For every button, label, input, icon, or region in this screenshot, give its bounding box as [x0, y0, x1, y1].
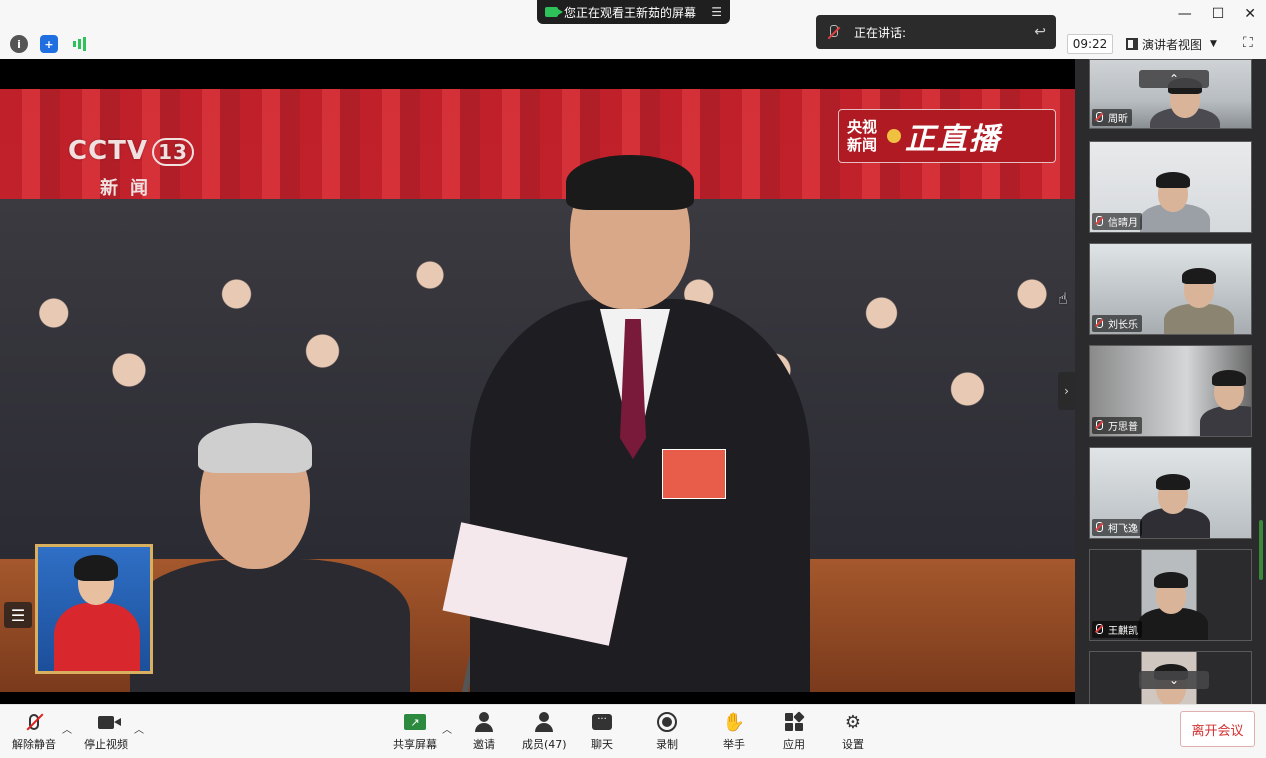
speaker-view-icon	[1126, 38, 1138, 50]
channel-sub-logo: 新闻	[100, 178, 160, 199]
share-banner-text: 您正在观看王新茹的屏幕	[564, 5, 697, 20]
shared-screen-area: CCTV 13 新闻 央视新闻 正直播 ☰ › ☝	[0, 59, 1075, 704]
info-icon[interactable]: i	[10, 35, 28, 53]
collapse-arrow-icon[interactable]: ↩	[1034, 24, 1046, 40]
apps-icon	[782, 711, 806, 733]
gallery-scroll-down-button[interactable]: ⌄	[1139, 671, 1209, 689]
muted-mic-icon	[826, 25, 840, 39]
menu-icon[interactable]: ☰	[711, 5, 722, 19]
participant-gallery: 周昕 ⌃ 信晴月 刘长乐 万思普 柯飞逸 王麒凯 ⌄	[1075, 59, 1266, 704]
gallery-scroll-up-button[interactable]: ⌃	[1139, 70, 1209, 88]
screen-share-banner[interactable]: 您正在观看王新茹的屏幕 ☰	[537, 0, 730, 24]
share-screen-button[interactable]: ↗ 共享屏幕	[393, 711, 437, 752]
minimize-button[interactable]: —	[1178, 6, 1192, 22]
chevron-down-icon: ▼	[1210, 39, 1217, 49]
video-camera-icon	[94, 711, 121, 733]
fullscreen-icon[interactable]: ⛶	[1243, 35, 1259, 51]
bottom-toolbar: 解除静音 ︿ 停止视频 ︿ ↗ 共享屏幕 ︿ 邀请 成员(47) ··· 聊天 …	[0, 704, 1266, 758]
camera-icon	[545, 7, 563, 17]
view-mode-label: 演讲者视图	[1142, 37, 1203, 52]
add-person-icon	[472, 711, 496, 733]
share-options-caret[interactable]: ︿	[442, 721, 452, 736]
hand-cursor-icon: ☝	[1058, 289, 1068, 308]
participant-name: 周昕	[1092, 109, 1132, 126]
list-icon[interactable]: ☰	[4, 602, 32, 628]
live-broadcast-logo: 央视新闻 正直播	[838, 109, 1056, 163]
window-controls: — ☐ ✕	[1178, 6, 1256, 22]
participant-name: 万思普	[1092, 417, 1142, 434]
members-button[interactable]: 成员(47)	[522, 711, 567, 752]
gallery-toggle-button[interactable]: ›	[1058, 372, 1075, 410]
close-button[interactable]: ✕	[1244, 6, 1256, 22]
meeting-window: 您正在观看王新茹的屏幕 ☰ i + 正在讲话: ↩ — ☐ ✕ 09:22 演讲…	[0, 0, 1266, 758]
participant-name: 王麒凯	[1092, 621, 1142, 638]
participant-tile[interactable]: 刘长乐	[1089, 243, 1252, 335]
apps-button[interactable]: 应用	[782, 711, 806, 752]
delegate-badge	[662, 449, 726, 499]
record-icon	[655, 711, 679, 733]
meeting-timer: 09:22	[1067, 34, 1113, 54]
seated-person	[130, 423, 410, 692]
participant-tile[interactable]: 信晴月	[1089, 141, 1252, 233]
participant-tile[interactable]: 万思普	[1089, 345, 1252, 437]
chat-icon: ···	[590, 711, 614, 733]
unmute-button[interactable]: 解除静音	[12, 711, 56, 752]
active-speaker-box: 正在讲话: ↩	[816, 15, 1056, 49]
hand-icon: ✋	[722, 711, 746, 733]
participant-tile[interactable]: 柯飞逸	[1089, 447, 1252, 539]
top-bar: 您正在观看王新茹的屏幕 ☰ i + 正在讲话: ↩ — ☐ ✕ 09:22 演讲…	[0, 0, 1266, 59]
raise-hand-button[interactable]: ✋ 举手	[722, 711, 746, 752]
leave-meeting-button[interactable]: 离开会议	[1180, 711, 1255, 747]
participant-name: 柯飞逸	[1092, 519, 1142, 536]
record-button[interactable]: 录制	[655, 711, 679, 752]
meeting-info-icons: i +	[10, 35, 88, 53]
signal-icon[interactable]	[70, 35, 88, 53]
shield-icon[interactable]: +	[40, 35, 58, 53]
stop-video-button[interactable]: 停止视频	[84, 711, 128, 752]
participant-tile[interactable]: 王麒凯	[1089, 549, 1252, 641]
participant-name: 刘长乐	[1092, 315, 1142, 332]
gear-icon: ⚙	[844, 711, 862, 733]
speaker-figure	[442, 155, 810, 692]
chat-button[interactable]: ··· 聊天	[590, 711, 614, 752]
maximize-button[interactable]: ☐	[1212, 6, 1225, 22]
audio-options-caret[interactable]: ︿	[62, 721, 72, 736]
gallery-scrollbar[interactable]	[1259, 520, 1263, 580]
members-icon	[532, 711, 556, 733]
settings-button[interactable]: ⚙ 设置	[841, 711, 865, 752]
view-mode-dropdown[interactable]: 演讲者视图 ▼	[1126, 34, 1217, 54]
shared-video: CCTV 13 新闻 央视新闻 正直播	[0, 89, 1075, 692]
video-options-caret[interactable]: ︿	[134, 721, 144, 736]
speaking-label: 正在讲话:	[854, 25, 907, 40]
invite-button[interactable]: 邀请	[472, 711, 496, 752]
sign-language-inset	[35, 544, 153, 674]
share-screen-icon: ↗	[403, 711, 427, 733]
channel-logo: CCTV 13	[68, 136, 195, 166]
participant-name: 信晴月	[1092, 213, 1142, 230]
mic-muted-icon	[22, 711, 46, 733]
